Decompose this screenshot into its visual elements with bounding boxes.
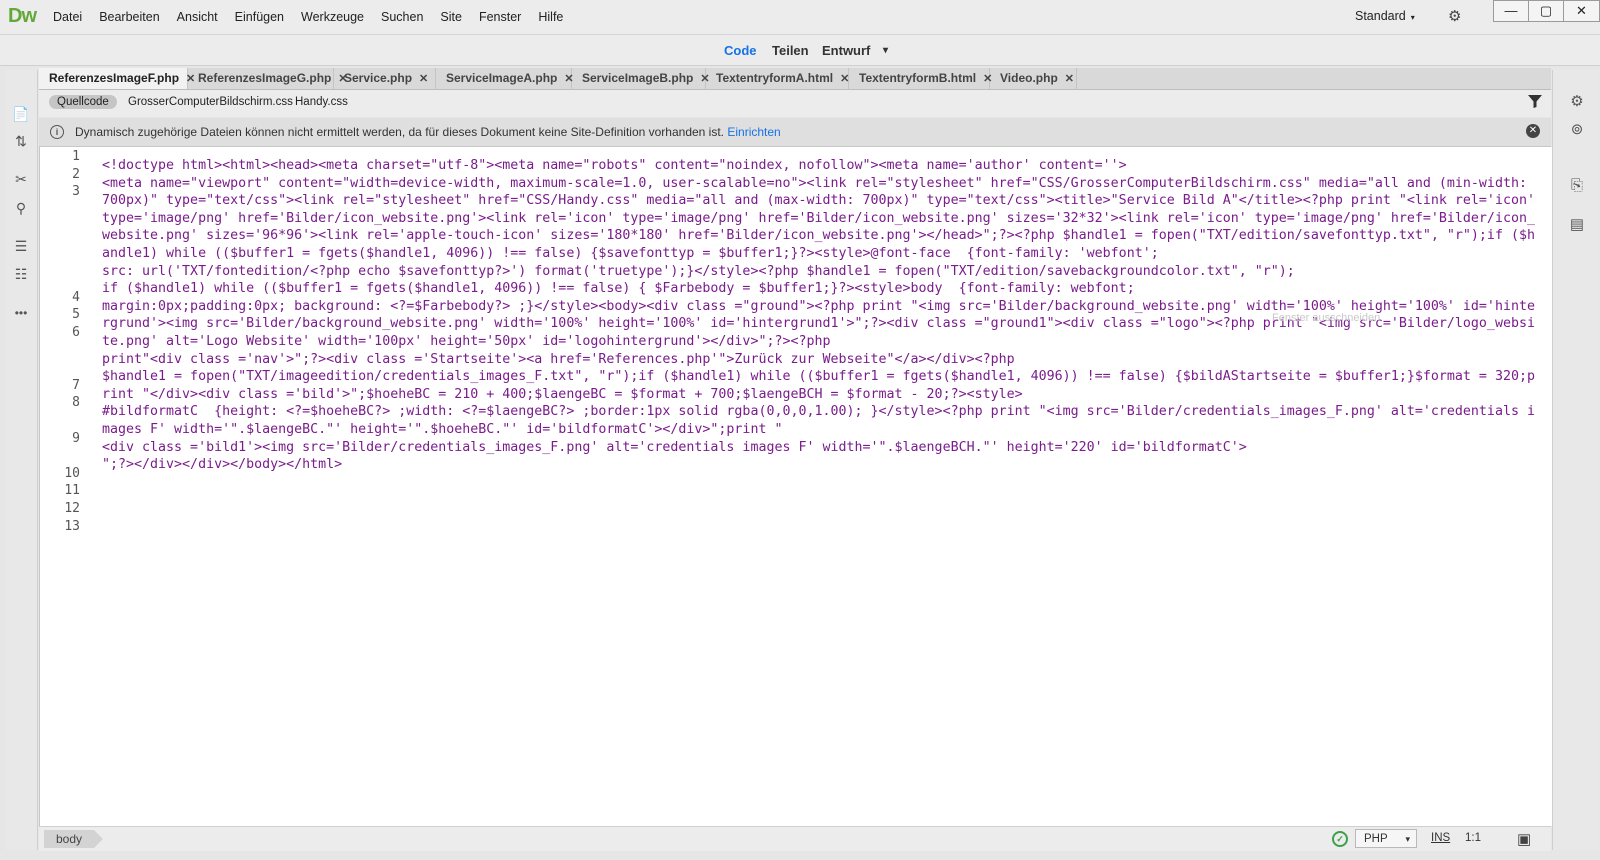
document-tabs: ReferenzesImageF.php ✕ ReferenzesImageG.p… bbox=[39, 68, 1551, 90]
line-number: 7 bbox=[72, 377, 80, 393]
document-type-value: PHP bbox=[1364, 833, 1388, 845]
line-number: 6 bbox=[72, 325, 80, 340]
menu-werkzeuge[interactable]: Werkzeuge bbox=[301, 10, 364, 24]
ghost-tooltip: Fenster ausschneiden bbox=[1272, 312, 1381, 324]
tab-label: ServiceImageA.php bbox=[446, 71, 558, 85]
line-number: 12 bbox=[64, 501, 80, 516]
related-file-source[interactable]: Quellcode bbox=[49, 95, 117, 109]
tab-serviceimagea[interactable]: ServiceImageA.php ✕ bbox=[436, 68, 574, 89]
code-hint-icon[interactable]: ☷ bbox=[11, 266, 31, 286]
filter-icon[interactable] bbox=[1528, 95, 1542, 111]
line-number: 9 bbox=[72, 430, 80, 446]
tab-textentryformb[interactable]: TextentryformB.html ✕ bbox=[849, 68, 992, 89]
more-options-icon[interactable]: ••• bbox=[11, 306, 31, 326]
title-bar: Dw Datei Bearbeiten Ansicht Einfügen Wer… bbox=[0, 0, 1600, 35]
left-toolbar: 📄 ⇅ ✂ ⚲ ☰ ☷ ••• bbox=[5, 70, 38, 850]
line-number: 5 bbox=[72, 307, 80, 323]
tag-selector-breadcrumb[interactable]: body bbox=[44, 830, 104, 848]
files-panel-icon[interactable]: ▤ bbox=[1566, 215, 1588, 237]
info-message: Dynamisch zugehörige Dateien können nich… bbox=[75, 125, 781, 139]
tab-label: ReferenzesImageG.php bbox=[198, 71, 332, 85]
dreamweaver-logo: Dw bbox=[8, 5, 37, 27]
open-documents-icon[interactable]: 📄 bbox=[11, 106, 31, 126]
chevron-down-icon: ▾ bbox=[1410, 13, 1415, 22]
line-number: 3 bbox=[72, 184, 80, 200]
tab-serviceimageb[interactable]: ServiceImageB.php ✕ bbox=[572, 68, 710, 89]
tab-label: TextentryformB.html bbox=[859, 71, 977, 85]
view-switcher-bar: Code Teilen Entwurf ▾ bbox=[0, 35, 1600, 66]
code-editor[interactable]: 1 2 3 4 5 6 7 8 9 10 11 12 13 <!doctype … bbox=[39, 147, 1552, 826]
cc-libraries-icon[interactable]: ⊚ bbox=[1566, 120, 1588, 142]
line-number: 10 bbox=[64, 465, 80, 481]
close-button[interactable]: ✕ bbox=[1563, 0, 1600, 22]
menu-bar: Datei Bearbeiten Ansicht Einfügen Werkze… bbox=[53, 10, 580, 24]
insert-mode-toggle[interactable]: INS bbox=[1431, 832, 1450, 844]
menu-datei[interactable]: Datei bbox=[53, 10, 82, 24]
setup-link[interactable]: Einrichten bbox=[727, 125, 780, 139]
line-number: 4 bbox=[72, 289, 80, 305]
status-bar: body ✓ PHP ▾ INS 1:1 ▣ bbox=[39, 826, 1551, 851]
menu-site[interactable]: Site bbox=[440, 10, 462, 24]
check-icon: ✓ bbox=[1332, 831, 1348, 847]
chevron-down-icon[interactable]: ▾ bbox=[883, 45, 888, 56]
tab-label: ServiceImageB.php bbox=[582, 71, 694, 85]
close-icon[interactable]: ✕ bbox=[419, 73, 428, 85]
close-icon[interactable]: ✕ bbox=[1065, 73, 1074, 85]
sync-settings-icon[interactable]: ⚙ bbox=[1448, 7, 1461, 25]
tab-label: Service.php bbox=[344, 71, 413, 85]
split-view-button[interactable]: Teilen bbox=[772, 43, 809, 58]
tab-service[interactable]: Service.php ✕ bbox=[334, 68, 436, 89]
tab-referenzesimagef[interactable]: ReferenzesImageF.php ✕ bbox=[39, 68, 195, 89]
related-file-grossercomputer-css[interactable]: GrosserComputerBildschirm.css bbox=[128, 96, 293, 108]
right-panel-strip: ⚙ ⊚ ⎘ ▤ bbox=[1552, 70, 1599, 850]
tab-video[interactable]: Video.php ✕ bbox=[990, 68, 1077, 89]
format-source-icon[interactable]: ⚲ bbox=[11, 200, 31, 220]
design-view-button[interactable]: Entwurf bbox=[822, 43, 870, 58]
line-number: 11 bbox=[64, 483, 80, 499]
code-view-button[interactable]: Code bbox=[724, 43, 757, 58]
close-icon[interactable]: ✕ bbox=[840, 73, 849, 85]
line-number-gutter: 1 2 3 4 5 6 7 8 9 10 11 12 13 bbox=[40, 147, 90, 826]
cursor-position: 1:1 bbox=[1465, 832, 1481, 844]
tab-label: TextentryformA.html bbox=[716, 71, 834, 85]
workspace-label: Standard bbox=[1355, 9, 1406, 23]
line-number: 1 bbox=[72, 149, 80, 164]
chevron-down-icon: ▾ bbox=[1405, 834, 1410, 844]
comment-icon[interactable]: ☰ bbox=[11, 238, 31, 258]
line-number: 2 bbox=[72, 166, 80, 182]
related-file-handy-css[interactable]: Handy.css bbox=[295, 96, 348, 108]
line-number: 13 bbox=[64, 518, 80, 534]
file-management-icon[interactable]: ⇅ bbox=[11, 133, 31, 153]
info-bar: i Dynamisch zugehörige Dateien können ni… bbox=[39, 118, 1551, 147]
menu-hilfe[interactable]: Hilfe bbox=[538, 10, 563, 24]
workspace-switcher[interactable]: Standard ▾ bbox=[1355, 9, 1415, 23]
insert-panel-icon[interactable]: ⎘ bbox=[1566, 177, 1588, 199]
maximize-button[interactable]: ▢ bbox=[1528, 0, 1564, 22]
close-icon[interactable]: ✕ bbox=[1526, 124, 1540, 138]
document-type-select[interactable]: PHP ▾ bbox=[1355, 829, 1417, 848]
menu-bearbeiten[interactable]: Bearbeiten bbox=[99, 10, 159, 24]
related-files-bar: Quellcode GrosserComputerBildschirm.css … bbox=[39, 90, 1551, 117]
menu-ansicht[interactable]: Ansicht bbox=[177, 10, 218, 24]
info-text: Dynamisch zugehörige Dateien können nich… bbox=[75, 125, 725, 139]
menu-einfuegen[interactable]: Einfügen bbox=[235, 10, 284, 24]
dom-panel-icon[interactable]: ⚙ bbox=[1566, 92, 1588, 114]
menu-suchen[interactable]: Suchen bbox=[381, 10, 423, 24]
line-number: 8 bbox=[72, 395, 80, 411]
expand-collapse-icon[interactable]: ✂ bbox=[11, 171, 31, 191]
live-preview-icon[interactable]: ▣ bbox=[1517, 830, 1531, 848]
minimize-button[interactable]: — bbox=[1493, 0, 1529, 22]
tab-label: ReferenzesImageF.php bbox=[49, 71, 180, 85]
menu-fenster[interactable]: Fenster bbox=[479, 10, 521, 24]
info-icon: i bbox=[50, 125, 64, 139]
tab-textentryforma[interactable]: TextentryformA.html ✕ bbox=[706, 68, 849, 89]
tab-referenzesimageg[interactable]: ReferenzesImageG.php ✕ bbox=[188, 68, 348, 89]
tab-label: Video.php bbox=[1000, 71, 1058, 85]
